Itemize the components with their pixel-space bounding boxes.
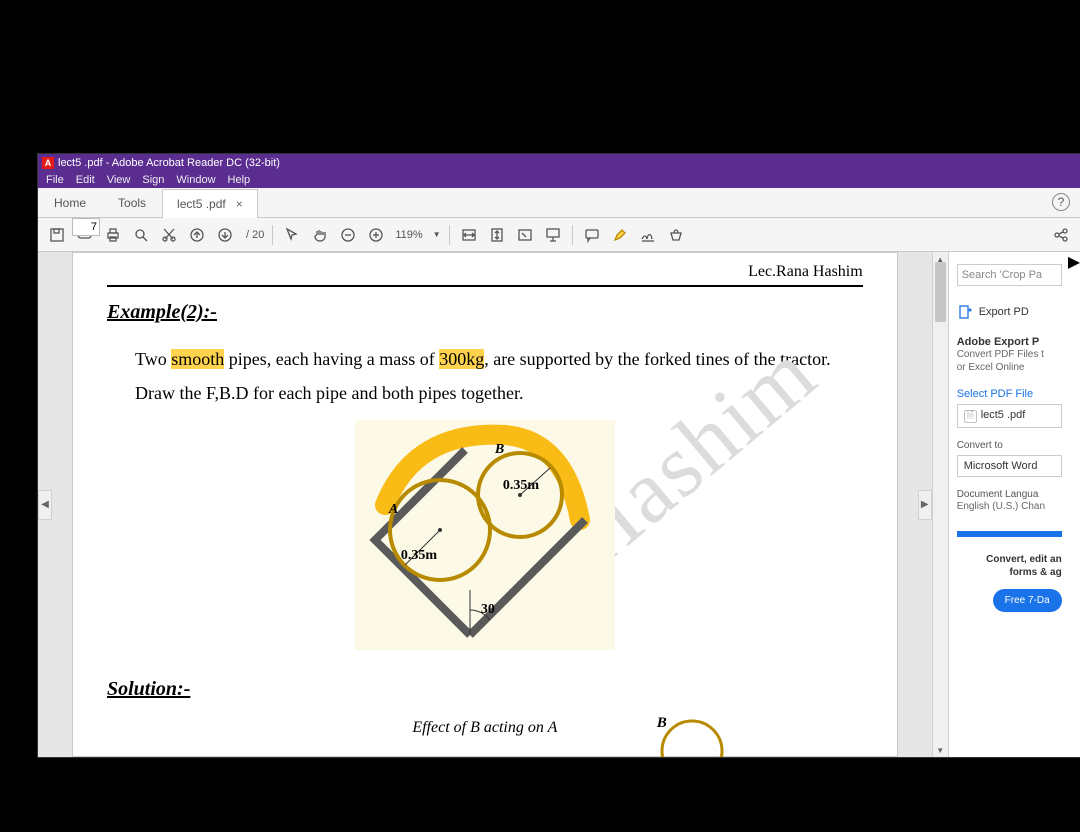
help-icon[interactable]: ?	[1052, 193, 1070, 211]
doc-language-label: Document Langua	[957, 489, 1062, 500]
fullscreen-icon[interactable]	[514, 224, 536, 246]
label-r1: 0.35m	[401, 548, 437, 564]
select-pdf-label: Select PDF File	[957, 388, 1062, 400]
scroll-down-icon[interactable]: ▼	[933, 743, 948, 757]
effect-caption: Effect of B acting on A	[107, 719, 863, 737]
app-icon: A	[42, 157, 54, 169]
rule	[107, 285, 863, 287]
toolbar: / 20 119% ▼	[38, 218, 1080, 252]
free-trial-button[interactable]: Free 7-Da	[993, 589, 1062, 612]
selected-file-name: lect5 .pdf	[981, 409, 1026, 421]
figure-B: B	[647, 711, 727, 757]
label-B2: B	[657, 715, 667, 732]
zoom-level[interactable]: 119%	[393, 229, 424, 241]
tab-home[interactable]: Home	[38, 188, 102, 217]
read-mode-icon[interactable]	[542, 224, 564, 246]
text: pipes, each having a mass of	[224, 349, 439, 369]
prev-page-button[interactable]: ◀	[38, 490, 52, 520]
convert-target-box[interactable]: Microsoft Word	[957, 455, 1062, 477]
page-input[interactable]	[72, 218, 100, 236]
highlight-smooth: smooth	[171, 349, 224, 369]
page-up-icon[interactable]	[186, 224, 208, 246]
menu-window[interactable]: Window	[176, 174, 215, 186]
tools-search-input[interactable]	[957, 264, 1062, 286]
selected-file-box[interactable]: 🗎 lect5 .pdf	[957, 404, 1062, 428]
label-r2: 0.35m	[503, 478, 539, 494]
upsell-text: Convert, edit anforms & ag	[957, 553, 1062, 579]
figure: A B 0.35m 0.35m 30	[107, 420, 863, 650]
highlight-icon[interactable]	[609, 224, 631, 246]
cut-icon[interactable]	[158, 224, 180, 246]
zoom-in-icon[interactable]	[365, 224, 387, 246]
menu-view[interactable]: View	[107, 174, 131, 186]
menu-file[interactable]: File	[46, 174, 64, 186]
stamp-icon[interactable]	[665, 224, 687, 246]
convert-button[interactable]	[957, 531, 1062, 537]
fit-page-icon[interactable]	[486, 224, 508, 246]
lecturer-name: Lec.Rana Hashim	[107, 263, 863, 281]
hand-icon[interactable]	[309, 224, 331, 246]
menu-sign[interactable]: Sign	[142, 174, 164, 186]
share-icon[interactable]	[1050, 224, 1072, 246]
zoom-dropdown-icon[interactable]: ▼	[431, 230, 441, 239]
label-B: B	[495, 442, 504, 458]
separator	[449, 225, 450, 245]
tools-panel: Export PD Adobe Export P Convert PDF Fil…	[948, 252, 1068, 757]
content-row: ◀ ▶ Lec.Rana Hashim Example(2):- Two smo…	[38, 252, 1080, 757]
page-viewport: ◀ ▶ Lec.Rana Hashim Example(2):- Two smo…	[38, 252, 932, 757]
adobe-export-sub: Convert PDF Files tor Excel Online	[957, 348, 1062, 374]
label-angle: 30	[481, 602, 495, 618]
window-title: lect5 .pdf - Adobe Acrobat Reader DC (32…	[58, 157, 280, 169]
collapse-panel-icon[interactable]: ▶	[1068, 252, 1080, 757]
menu-help[interactable]: Help	[228, 174, 251, 186]
highlight-mass: 300kg	[439, 349, 484, 369]
save-icon[interactable]	[46, 224, 68, 246]
tab-row: Home Tools lect5 .pdf × ?	[38, 188, 1080, 218]
page-total: / 20	[242, 229, 264, 241]
next-page-button[interactable]: ▶	[918, 490, 932, 520]
export-icon	[957, 304, 973, 320]
titlebar: A lect5 .pdf - Adobe Acrobat Reader DC (…	[38, 154, 1080, 172]
zoom-out-icon[interactable]	[337, 224, 359, 246]
vertical-scrollbar[interactable]: ▲ ▼	[932, 252, 948, 757]
pdf-file-icon: 🗎	[964, 410, 977, 423]
sign-icon[interactable]	[637, 224, 659, 246]
convert-to-label: Convert to	[957, 440, 1062, 451]
separator	[272, 225, 273, 245]
tab-active-label: lect5 .pdf	[177, 197, 226, 211]
print-icon[interactable]	[102, 224, 124, 246]
doc-language-value: English (U.S.) Chan	[957, 500, 1062, 513]
pointer-icon[interactable]	[281, 224, 303, 246]
solution-heading: Solution:-	[107, 678, 863, 701]
close-icon[interactable]: ×	[236, 197, 243, 211]
example-heading: Example(2):-	[107, 301, 863, 324]
tab-tools[interactable]: Tools	[102, 188, 162, 217]
label-A: A	[389, 502, 398, 518]
pdf-page: Lec.Rana Hashim Example(2):- Two smooth …	[72, 252, 898, 757]
menu-edit[interactable]: Edit	[76, 174, 95, 186]
page-down-icon[interactable]	[214, 224, 236, 246]
menubar: File Edit View Sign Window Help	[38, 172, 1080, 188]
adobe-export-heading: Adobe Export P	[957, 336, 1062, 348]
app-window: A lect5 .pdf - Adobe Acrobat Reader DC (…	[38, 154, 1080, 757]
export-pdf-tool[interactable]: Export PD	[957, 304, 1062, 320]
separator	[572, 225, 573, 245]
scroll-thumb[interactable]	[935, 262, 946, 322]
search-icon[interactable]	[130, 224, 152, 246]
text: Two	[135, 349, 171, 369]
tab-active[interactable]: lect5 .pdf ×	[162, 189, 258, 218]
fit-width-icon[interactable]	[458, 224, 480, 246]
comment-icon[interactable]	[581, 224, 603, 246]
problem-text: Two smooth pipes, each having a mass of …	[107, 342, 863, 410]
export-pdf-label: Export PD	[979, 306, 1029, 318]
